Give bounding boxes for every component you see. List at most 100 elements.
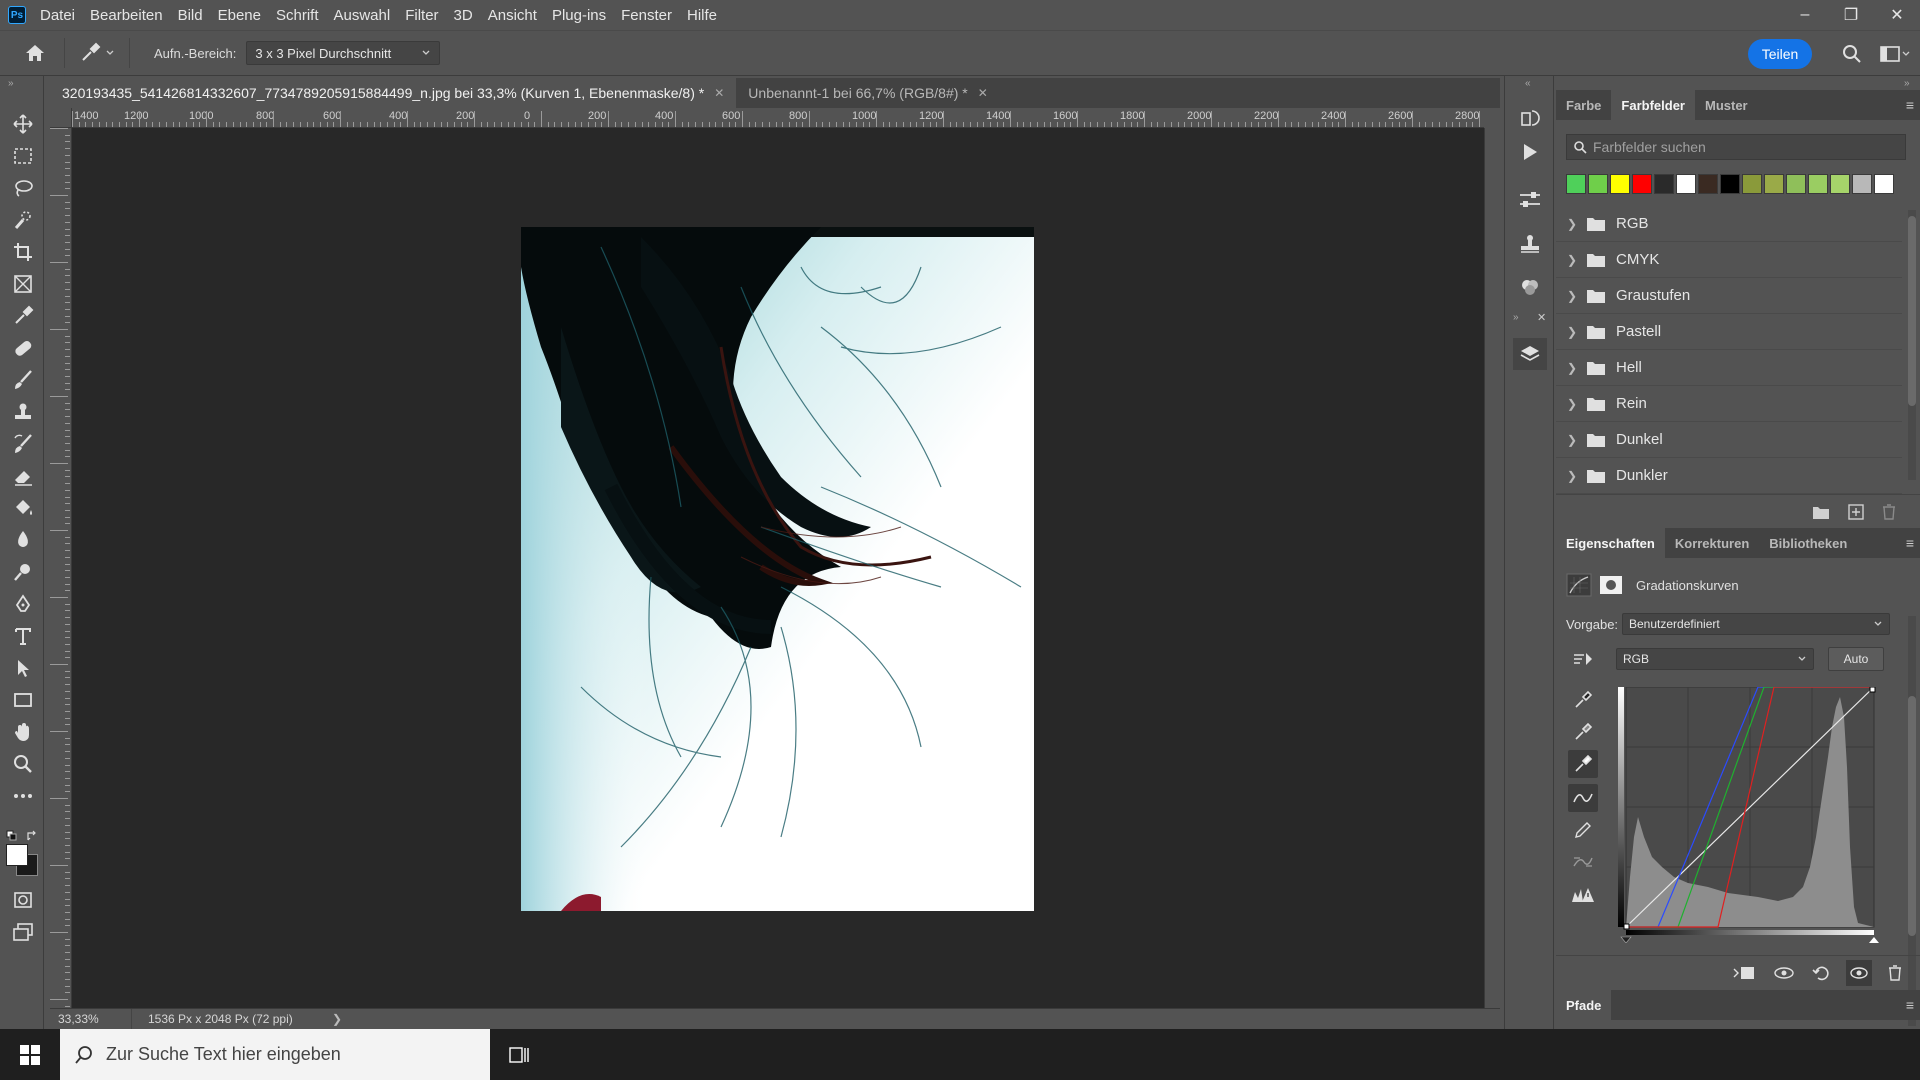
swatch-group-cmyk[interactable]: ❯ CMYK [1556,242,1902,278]
start-button[interactable] [0,1029,60,1080]
color-swatch[interactable] [1874,174,1894,194]
layers-panel-button[interactable] [1513,338,1547,370]
menu-ansicht[interactable]: Ansicht [488,7,537,24]
swatch-group-pastell[interactable]: ❯ Pastell [1556,314,1902,350]
menu-bearbeiten[interactable]: Bearbeiten [90,7,163,24]
menu-schrift[interactable]: Schrift [276,7,319,24]
color-swatch[interactable] [1786,174,1806,194]
type-tool[interactable] [8,622,38,650]
menu-ebene[interactable]: Ebene [218,7,261,24]
color-swatch[interactable] [1830,174,1850,194]
swatch-group-dunkler[interactable]: ❯ Dunkler [1556,458,1902,494]
document-tab-active[interactable]: 320193435_541426814332607_77347892059158… [50,78,737,108]
ruler-origin[interactable] [50,108,72,128]
color-swatch[interactable] [1764,174,1784,194]
toggle-visibility-icon[interactable] [1846,959,1872,986]
frame-tool[interactable] [8,270,38,298]
healing-brush-tool[interactable] [8,334,38,362]
tab-muster[interactable]: Muster [1695,90,1758,120]
properties-panel-button[interactable] [1513,228,1547,260]
layer-mask-icon[interactable] [1598,573,1624,597]
pen-tool[interactable] [8,590,38,618]
color-swatch[interactable] [1632,174,1652,194]
status-menu-arrow[interactable]: ❯ [332,1012,342,1026]
scroll-thumb[interactable] [1908,696,1916,936]
color-swatch[interactable] [1852,174,1872,194]
tab-eigenschaften[interactable]: Eigenschaften [1556,528,1665,558]
menu-filter[interactable]: Filter [405,7,438,24]
chevron-right-icon[interactable]: ❯ [1564,469,1580,483]
paint-bucket-tool[interactable] [8,494,38,522]
tab-bibliotheken[interactable]: Bibliotheken [1759,528,1857,558]
new-swatch-icon[interactable] [1848,503,1864,520]
document-tab-untitled[interactable]: Unbenannt-1 bei 66,7% (RGB/8#) * ✕ [736,78,1000,108]
lasso-tool[interactable] [8,174,38,202]
clone-stamp-tool[interactable] [8,398,38,426]
menu-bild[interactable]: Bild [178,7,203,24]
auto-button[interactable]: Auto [1828,647,1884,671]
foreground-color[interactable] [6,844,28,866]
color-swatch[interactable] [1676,174,1696,194]
crop-tool[interactable] [8,238,38,266]
workspace-icon[interactable] [1880,44,1910,64]
color-swatch[interactable] [1742,174,1762,194]
eyedropper-tool[interactable] [8,302,38,330]
chevron-right-icon[interactable]: ❯ [1564,397,1580,411]
panel-menu-icon[interactable]: ≡ [1906,97,1914,113]
swatch-group-dunkel[interactable]: ❯ Dunkel [1556,422,1902,458]
on-image-adjust-icon[interactable] [1570,649,1596,669]
dodge-tool[interactable] [8,558,38,586]
menu-auswahl[interactable]: Auswahl [334,7,391,24]
share-button[interactable]: Teilen [1748,39,1812,69]
marquee-tool[interactable] [8,142,38,170]
home-button[interactable] [20,38,50,68]
menu-3d[interactable]: 3D [454,7,473,24]
close-tab-icon[interactable]: ✕ [978,86,988,100]
menu-plugins[interactable]: Plug-ins [552,7,606,24]
history-panel-button[interactable] [1513,102,1547,134]
swatch-group-rgb[interactable]: ❯ RGB [1556,206,1902,242]
view-previous-state-icon[interactable] [1772,964,1796,982]
panel-menu-icon[interactable]: ≡ [1906,997,1914,1013]
swatch-group-rein[interactable]: ❯ Rein [1556,386,1902,422]
color-swatch[interactable] [1588,174,1608,194]
vertical-ruler[interactable] [50,128,72,1008]
chevron-right-icon[interactable]: ❯ [1564,433,1580,447]
taskbar-search-input[interactable] [94,1034,490,1075]
quick-selection-tool[interactable] [8,206,38,234]
edit-points-tool[interactable] [1568,784,1598,812]
chevron-right-icon[interactable]: ❯ [1564,325,1580,339]
document-image[interactable] [521,227,1034,911]
clipping-warning-tool[interactable] [1568,880,1598,908]
clip-to-layer-icon[interactable] [1732,964,1756,982]
canvas-vertical-scrollbar[interactable] [1484,128,1500,1008]
chevron-right-icon[interactable]: ❯ [1564,289,1580,303]
panel-menu-icon[interactable]: ≡ [1906,535,1914,551]
collapse-arrows-icon[interactable]: » [8,78,14,89]
collapse-arrows-icon[interactable]: » [1904,78,1910,89]
history-brush-tool[interactable] [8,430,38,458]
trash-icon[interactable] [1882,503,1896,520]
sample-size-select[interactable]: 3 x 3 Pixel Durchschnitt [246,41,441,65]
color-swatch[interactable] [1566,174,1586,194]
horizontal-ruler[interactable]: 1400 1200 1000 800 600 400 200 0 200 400… [72,108,1484,128]
close-tab-icon[interactable]: ✕ [714,86,724,100]
hand-tool[interactable] [8,718,38,746]
minimize-button[interactable]: – [1782,0,1828,30]
color-swatch[interactable] [1720,174,1740,194]
collapse-arrows-icon[interactable]: » [1513,312,1519,323]
quick-mask-button[interactable] [8,886,38,914]
swatch-search-input[interactable] [1587,135,1905,159]
tab-farbe[interactable]: Farbe [1556,90,1611,120]
smooth-curve-tool[interactable] [1568,848,1598,876]
zoom-level[interactable]: 33,33% [50,1008,132,1030]
curves-graph[interactable] [1618,686,1880,944]
restore-button[interactable]: ❐ [1828,0,1874,30]
channel-select[interactable]: RGB [1616,648,1814,670]
white-point-eyedropper[interactable] [1568,750,1598,778]
task-view-button[interactable] [490,1029,550,1080]
color-swatch[interactable] [1610,174,1630,194]
actions-panel-button[interactable] [1513,136,1547,168]
canvas-area[interactable] [72,128,1484,1008]
blur-tool[interactable] [8,526,38,554]
